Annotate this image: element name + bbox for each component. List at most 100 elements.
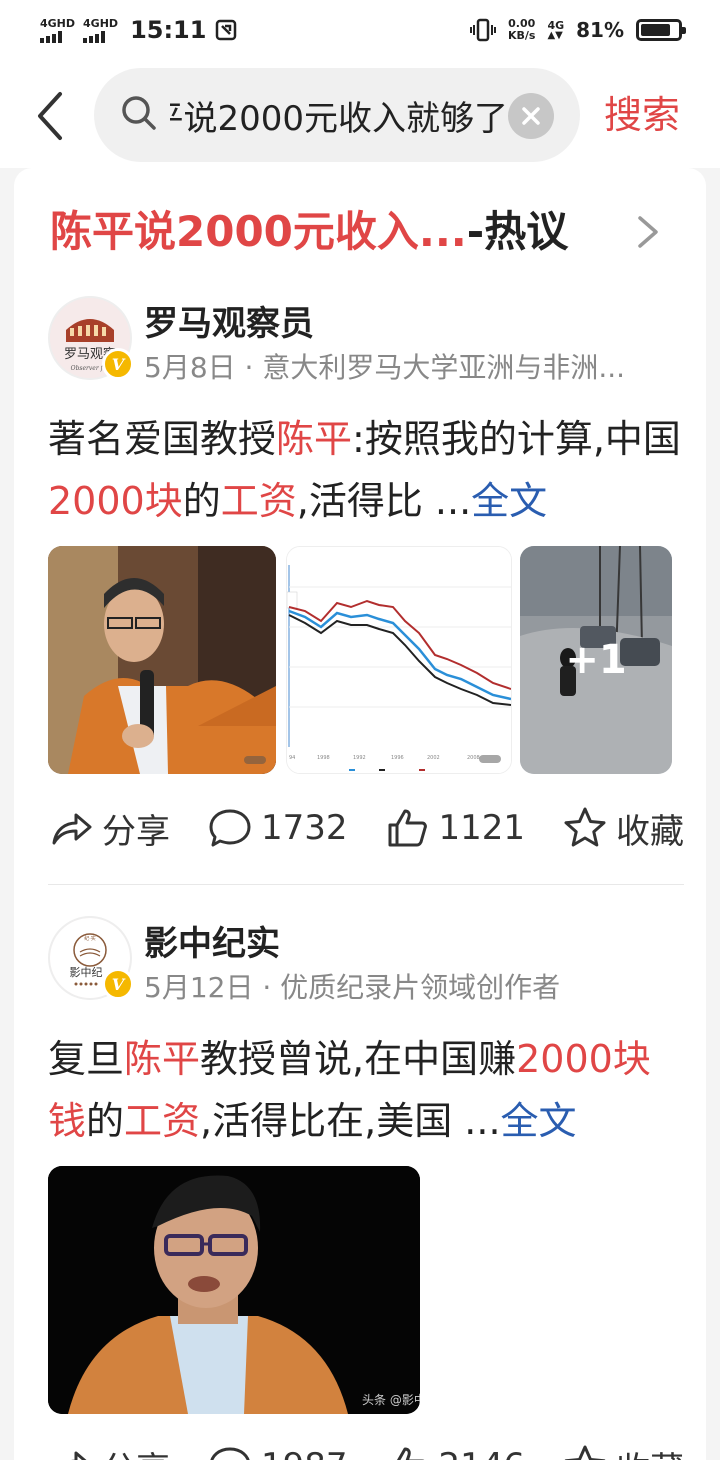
author-name[interactable]: 影中纪实 — [144, 916, 280, 965]
text-highlight: 2000块 — [48, 479, 183, 523]
like-count: 2146 — [438, 1446, 525, 1460]
svg-text:94: 94 — [289, 755, 295, 761]
portrait-image — [48, 546, 276, 774]
share-label: 分享 — [102, 811, 170, 852]
chevron-right-icon[interactable] — [634, 212, 662, 252]
author-description: 意大利罗马大学亚洲与非洲... — [262, 351, 626, 384]
star-icon — [564, 807, 606, 847]
line-chart-image: 94 1998 1992 1996 2002 2008 — [287, 547, 511, 773]
post-actions: 分享 1987 2146 收藏 — [48, 1436, 684, 1460]
author-meta: 5月8日 · 意大利罗马大学亚洲与非洲... — [144, 346, 664, 386]
post-text[interactable]: 复旦陈平教授曾说,在中国赚2000块钱的工资,活得比在,美国 ...全文 — [48, 1028, 684, 1152]
net-speed-unit: KB/s — [507, 29, 536, 42]
search-icon — [122, 96, 156, 130]
search-box[interactable] — [94, 68, 580, 162]
clock: 15:11 — [130, 16, 207, 44]
comment-button[interactable]: 1987 — [207, 1443, 348, 1460]
share-button[interactable]: 分享 — [48, 804, 170, 853]
text-segment: 复旦 — [48, 1037, 125, 1081]
comment-count: 1987 — [261, 1446, 348, 1460]
author-name[interactable]: 罗马观察员 — [144, 296, 314, 345]
results-card: 陈平说2000元收入...-热议 罗马观察 Observer for V 罗马观… — [14, 168, 706, 1460]
post-date: 5月12日 — [144, 971, 254, 1004]
expand-full-text-link[interactable]: 全文 — [471, 479, 547, 523]
verified-icon: V — [102, 968, 134, 1000]
status-bar: 4GHD 4GHD 15:11 0.00 KB/s 4G ▲▼ 81% — [0, 0, 720, 60]
status-left: 4GHD 4GHD 15:11 — [40, 16, 238, 44]
speaker-photo-image: 头条 @影中 — [48, 1166, 420, 1414]
verified-icon: V — [102, 348, 134, 380]
text-highlight: 陈平 — [124, 1037, 201, 1081]
topic-title-keyword: 陈平说2000元收入... — [50, 207, 467, 256]
author-description: 优质纪录片领域创作者 — [280, 971, 561, 1004]
text-segment: 著名爱国教授 — [48, 417, 277, 461]
post-actions: 分享 1732 1121 收藏 — [48, 798, 684, 858]
expand-full-text-link[interactable]: 全文 — [501, 1099, 577, 1143]
comment-button[interactable]: 1732 — [207, 805, 348, 851]
status-right: 0.00 KB/s 4G ▲▼ 81% — [469, 17, 686, 42]
signal-1-icon: 4GHD — [40, 18, 75, 43]
like-button[interactable]: 2146 — [384, 1443, 525, 1460]
avatar[interactable]: 罗马观察 Observer for V — [48, 296, 134, 380]
comment-icon — [209, 809, 251, 847]
battery-fill — [641, 24, 671, 36]
network-label-1: 4GHD — [40, 16, 76, 30]
avatar-text: 影中纪 — [70, 966, 103, 979]
svg-text:1996: 1996 — [391, 755, 404, 761]
search-button[interactable]: 搜索 — [604, 84, 680, 139]
text-segment: 的 — [182, 479, 221, 523]
post-image-portrait[interactable] — [48, 546, 276, 774]
star-icon — [564, 1445, 606, 1460]
like-icon — [397, 1447, 425, 1460]
search-input[interactable] — [170, 68, 508, 162]
post-text[interactable]: 著名爱国教授陈平:按照我的计算,中国 2000块的工资,活得比 ...全文 — [48, 408, 684, 532]
comment-icon — [210, 1447, 250, 1460]
post-date: 5月8日 — [144, 351, 236, 384]
favorite-button[interactable]: 收藏 — [562, 804, 684, 853]
share-button[interactable]: 分享 — [48, 1442, 170, 1460]
meta-separator: · — [235, 351, 263, 384]
author-meta: 5月12日 · 优质纪录片领域创作者 — [144, 966, 664, 1006]
net-speed: 0.00 KB/s — [507, 17, 536, 42]
avatar-subtext: 纪·实 — [84, 935, 96, 942]
comment-count: 1732 — [260, 808, 348, 848]
post-card[interactable]: 罗马观察 Observer for V 罗马观察员 5月8日 · 意大利罗马大学… — [48, 296, 684, 856]
favorite-label: 收藏 — [615, 811, 684, 852]
text-highlight: 工资 — [220, 479, 297, 523]
text-highlight: 陈平 — [276, 417, 353, 461]
post-divider — [48, 884, 684, 885]
svg-text:1998: 1998 — [317, 755, 330, 761]
text-segment: :按照我的计算,中国 — [352, 417, 681, 461]
clear-button[interactable] — [508, 93, 554, 139]
text-segment: 的 — [86, 1099, 125, 1143]
back-icon[interactable] — [30, 88, 70, 144]
post-image-snow[interactable]: +1 — [520, 546, 672, 774]
svg-text:2002: 2002 — [427, 755, 440, 761]
text-segment: ,活得比 ... — [296, 479, 472, 523]
text-segment: ,活得比在,美国 ... — [200, 1099, 501, 1143]
share-icon — [52, 813, 92, 845]
text-highlight: 工资 — [124, 1099, 201, 1143]
post-image-speaker[interactable]: 头条 @影中 — [48, 1166, 420, 1414]
topic-title-suffix: -热议 — [466, 207, 569, 256]
favorite-label: 收藏 — [616, 1442, 684, 1460]
battery-percent: 81% — [576, 18, 624, 42]
svg-text:1992: 1992 — [353, 755, 366, 761]
topic-title[interactable]: 陈平说2000元收入...-热议 — [50, 198, 568, 259]
text-segment: 教授曾说,在中国赚 — [200, 1037, 517, 1081]
notification-icon — [216, 19, 237, 41]
share-icon — [71, 1451, 87, 1460]
image-watermark: 头条 @影中 — [362, 1392, 420, 1407]
avatar[interactable]: 纪·实 影中纪 V — [48, 916, 134, 1000]
post-image-chart[interactable]: 94 1998 1992 1996 2002 2008 — [286, 546, 512, 774]
image-indicator — [479, 755, 501, 763]
like-button[interactable]: 1121 — [384, 805, 525, 851]
signal-2-icon: 4GHD — [83, 18, 118, 43]
favorite-button[interactable]: 收藏 — [562, 1442, 684, 1460]
network-label-2: 4GHD — [83, 16, 119, 30]
more-images-badge: +1 — [520, 546, 672, 774]
cell-data-icon: 4G ▲▼ — [547, 18, 565, 41]
post-card[interactable]: 纪·实 影中纪 V 影中纪实 5月12日 · 优质纪录片领域创作者 复旦陈平教授… — [48, 916, 684, 1460]
cell-label: 4G — [547, 18, 565, 32]
share-label: 分享 — [102, 1442, 170, 1460]
